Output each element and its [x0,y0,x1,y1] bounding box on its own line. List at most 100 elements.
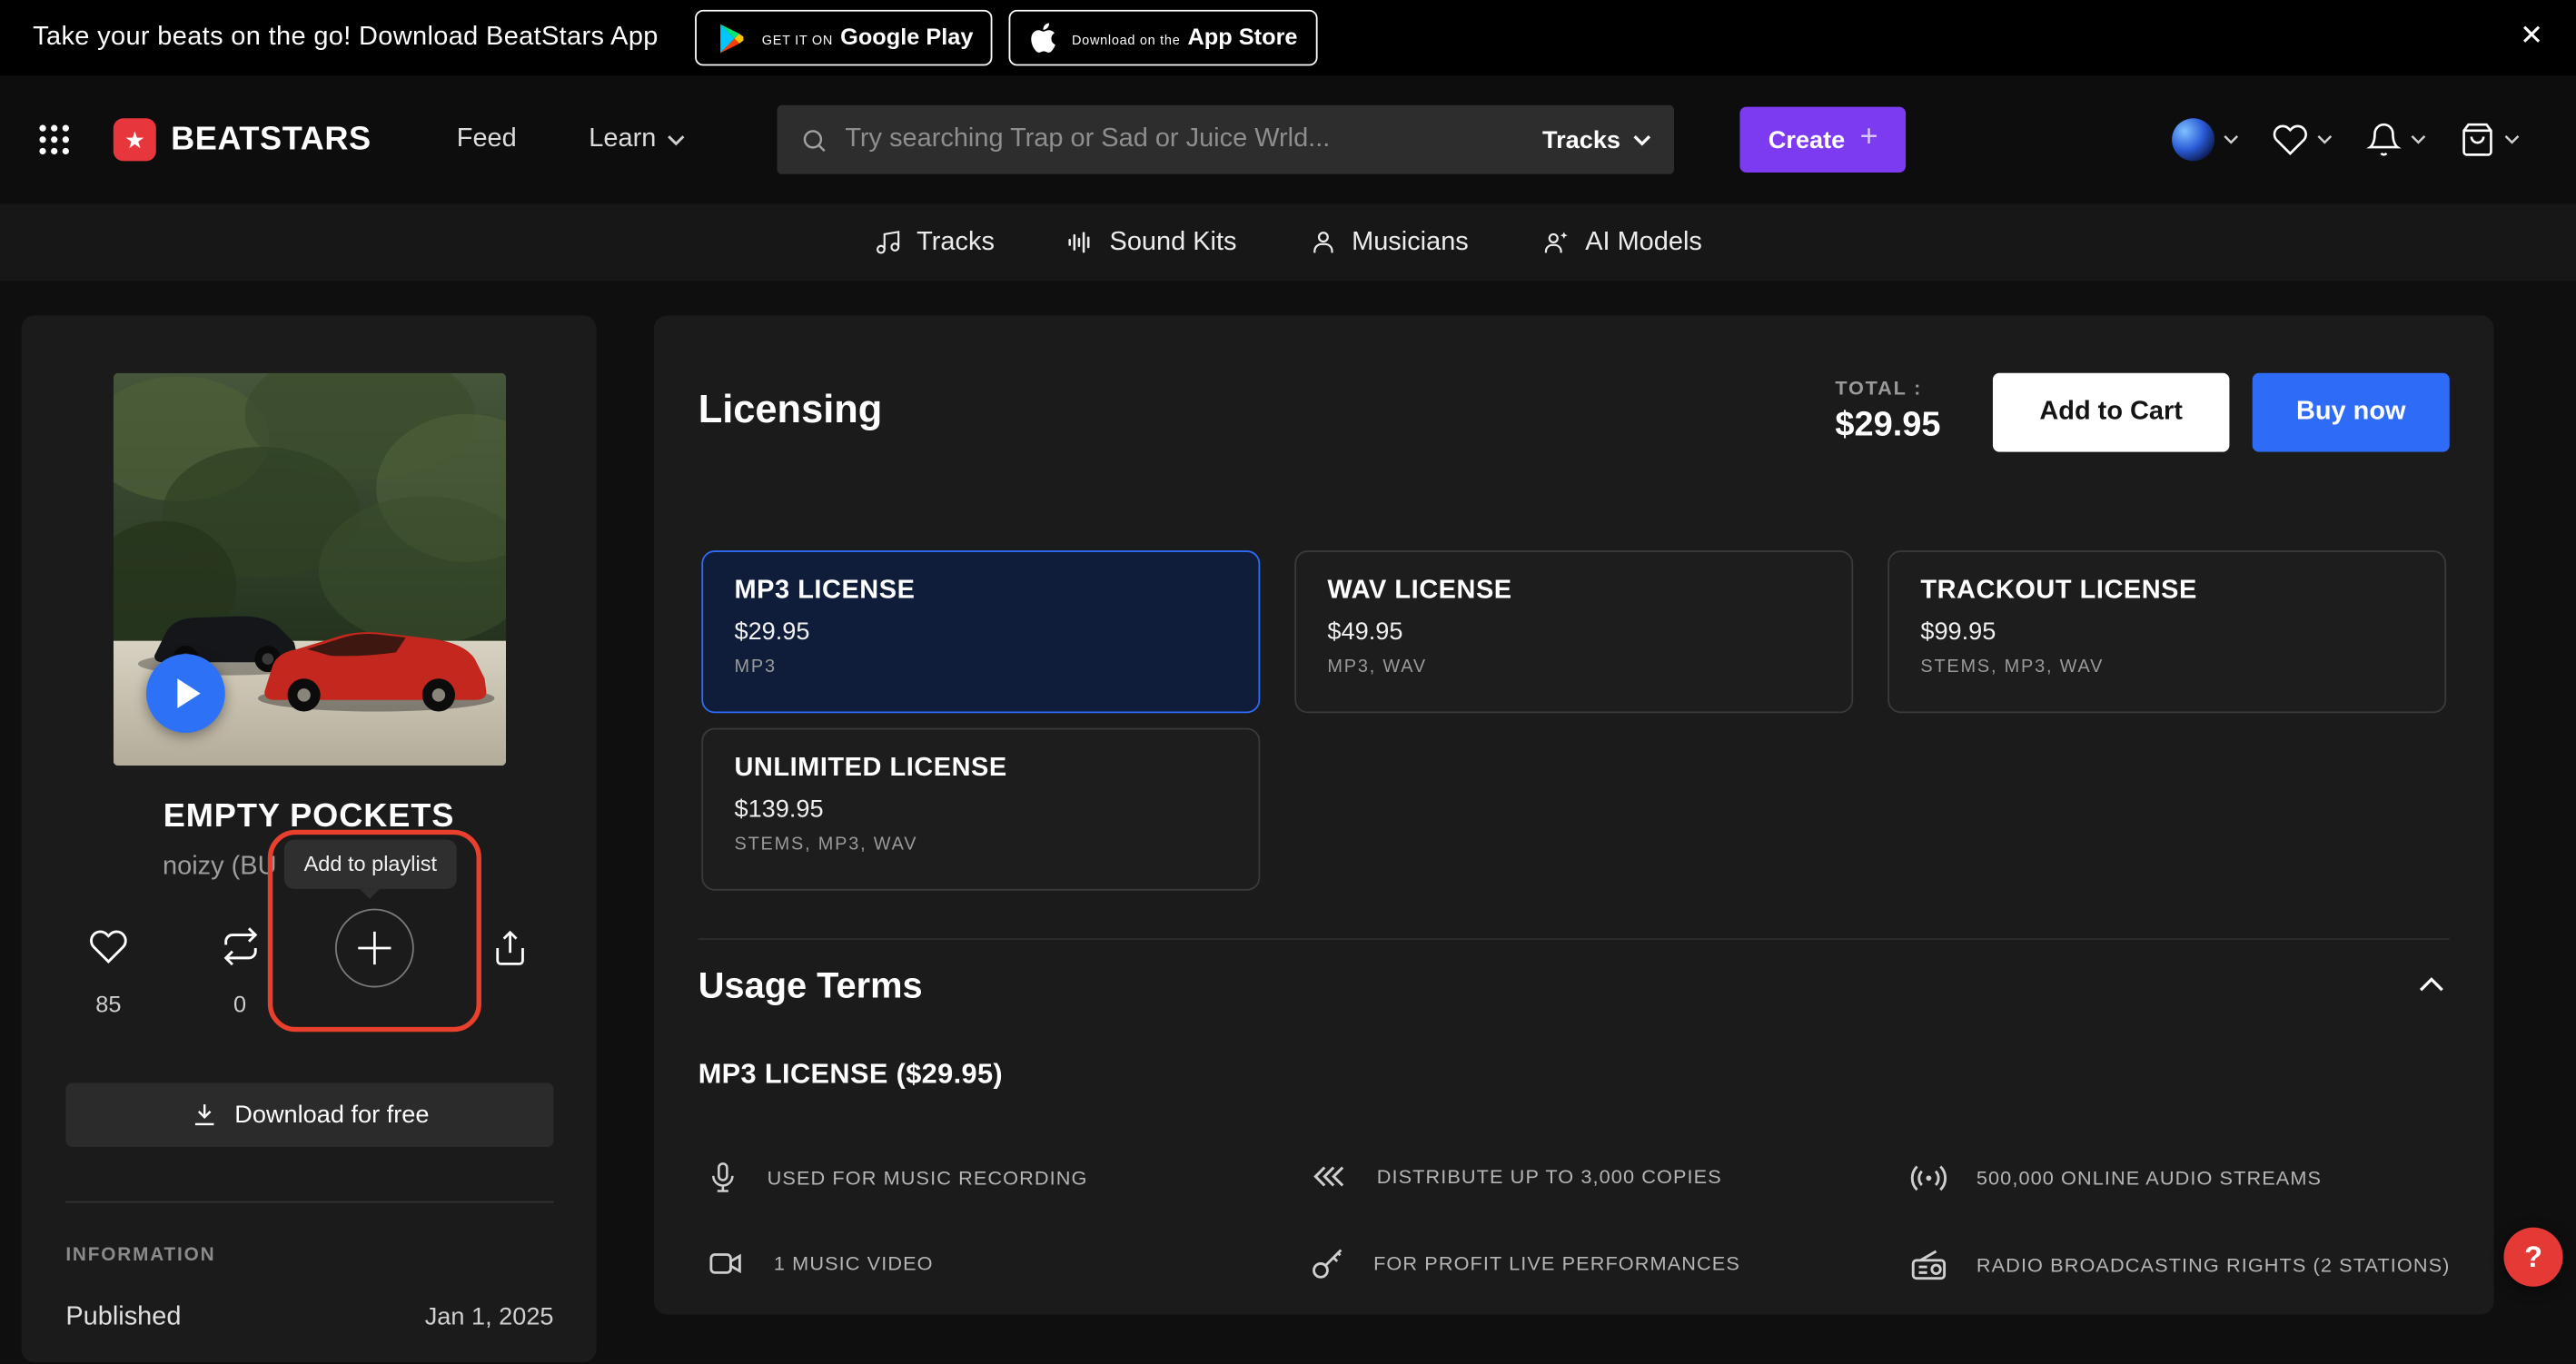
cart-icon [2460,122,2496,158]
search-input[interactable] [845,125,1526,155]
main-content: EMPTY POCKETS noizy (BU 85 0 Add to play… [0,281,2576,1363]
usage-term: USED FOR MUSIC RECORDING [707,1159,1088,1197]
bell-icon [2366,122,2403,158]
track-card: EMPTY POCKETS noizy (BU 85 0 Add to play… [22,315,597,1362]
published-label: Published [65,1303,181,1333]
google-play-line1: GET IT ON [762,33,833,47]
musicians-icon [1309,229,1337,257]
repost-button[interactable]: 0 [197,927,282,1018]
like-count: 85 [65,991,151,1017]
google-play-line2: Google Play [840,23,973,49]
profile-menu[interactable] [2155,118,2255,161]
close-icon[interactable]: ✕ [2520,20,2543,53]
license-option-unlimited[interactable]: UNLIMITED LICENSE $139.95 STEMS, MP3, WA… [701,728,1260,891]
nav-feed[interactable]: Feed [457,125,517,155]
subnav-musicians[interactable]: Musicians [1309,228,1469,258]
app-store-line2: App Store [1188,23,1298,49]
store-badges: GET IT ON Google Play Download on the Ap… [695,10,1318,66]
chevron-down-icon [668,133,686,145]
play-button[interactable] [146,654,225,733]
add-playlist-icon [353,927,396,970]
search-icon [800,125,828,153]
category-subnav: Tracks Sound Kits Musicians AI Models [0,203,2576,281]
plus-icon: + [1860,120,1878,156]
app-store-button[interactable]: Download on the App Store [1009,10,1317,66]
help-button[interactable]: ? [2503,1228,2562,1287]
app-store-line1: Download on the [1072,33,1180,47]
streams-icon [1909,1159,1948,1198]
add-to-cart-button[interactable]: Add to Cart [1993,373,2229,452]
like-button[interactable]: 85 [65,927,151,1018]
download-free-button[interactable]: Download for free [65,1082,553,1147]
add-to-playlist-tooltip: Add to playlist [284,840,457,889]
brand-name: BEATSTARS [171,121,372,159]
sound-kits-icon [1066,229,1095,257]
banner-text: Take your beats on the go! Download Beat… [33,23,659,53]
beatstars-logo-star-icon: ★ [114,118,156,161]
cart-menu[interactable] [2443,122,2537,158]
header-actions [2155,118,2537,161]
notifications-menu[interactable] [2349,122,2442,158]
distribute-icon [1310,1159,1349,1195]
chevron-down-icon [2223,134,2239,144]
search-category-dropdown[interactable]: Tracks [1542,125,1651,153]
chevron-down-icon [1633,133,1651,145]
share-button[interactable] [467,928,552,967]
microphone-icon [707,1159,739,1197]
radio-icon [1909,1246,1948,1285]
usage-term: 500,000 ONLINE AUDIO STREAMS [1909,1159,2322,1198]
app-store-icon [1029,22,1059,54]
subnav-sound-kits[interactable]: Sound Kits [1066,228,1236,258]
subnav-tracks[interactable]: Tracks [874,228,995,258]
google-play-icon [714,21,748,55]
divider [698,938,2450,940]
buy-now-button[interactable]: Buy now [2253,373,2450,452]
published-date: Jan 1, 2025 [425,1303,554,1331]
repost-count: 0 [197,991,282,1017]
main-header: ★ BEATSTARS Feed Learn Tracks Create + [0,75,2576,203]
usage-terms-heading: Usage Terms [698,964,923,1007]
chevron-down-icon [2316,134,2333,144]
heart-icon [2272,122,2308,158]
nav-learn[interactable]: Learn [589,125,686,155]
license-option-mp3[interactable]: MP3 LICENSE $29.95 MP3 [701,550,1260,713]
chevron-down-icon [2503,134,2520,144]
usage-term: FOR PROFIT LIVE PERFORMANCES [1310,1246,1740,1282]
licensing-heading: Licensing [698,388,883,434]
avatar [2172,118,2214,161]
subnav-ai-models[interactable]: AI Models [1541,228,1702,258]
heart-icon [87,927,130,966]
chevron-down-icon [2410,134,2426,144]
collapse-usage-terms-button[interactable] [2418,976,2444,993]
google-play-button[interactable]: GET IT ON Google Play [695,10,994,66]
information-heading: INFORMATION [65,1246,215,1266]
search-bar: Tracks [778,105,1675,174]
key-icon [1310,1246,1346,1282]
track-artist[interactable]: noizy (BU [163,853,276,883]
beatstars-page: Take your beats on the go! Download Beat… [0,0,2576,1364]
beatstars-logo[interactable]: ★ BEATSTARS [114,118,372,161]
app-promo-banner: Take your beats on the go! Download Beat… [0,0,2576,75]
license-option-wav[interactable]: WAV LICENSE $49.95 MP3, WAV [1294,550,1853,713]
published-row: Published Jan 1, 2025 [65,1303,553,1333]
ai-models-icon [1541,229,1570,257]
usage-term: 1 MUSIC VIDEO [707,1246,934,1282]
usage-term: RADIO BROADCASTING RIGHTS (2 STATIONS) [1909,1246,2451,1285]
usage-term: DISTRIBUTE UP TO 3,000 COPIES [1310,1159,1722,1195]
license-option-trackout[interactable]: TRACKOUT LICENSE $99.95 STEMS, MP3, WAV [1887,550,2446,713]
total-value: $29.95 [1835,406,1940,445]
track-title: EMPTY POCKETS [22,798,597,836]
favorites-menu[interactable] [2255,122,2349,158]
divider [65,1201,553,1203]
tracks-icon [874,229,902,257]
chevron-up-icon [2418,976,2444,993]
licensing-panel: Licensing TOTAL : $29.95 Add to Cart Buy… [654,315,2494,1314]
add-to-playlist-button[interactable] [335,909,414,988]
share-icon [490,928,529,967]
download-icon [190,1101,218,1129]
total-block: TOTAL : $29.95 [1835,376,1940,445]
usage-terms-subtitle: MP3 LICENSE ($29.95) [698,1058,1003,1091]
create-button[interactable]: Create + [1740,107,1906,173]
apps-grid-icon[interactable] [39,125,69,155]
video-camera-icon [707,1246,746,1282]
